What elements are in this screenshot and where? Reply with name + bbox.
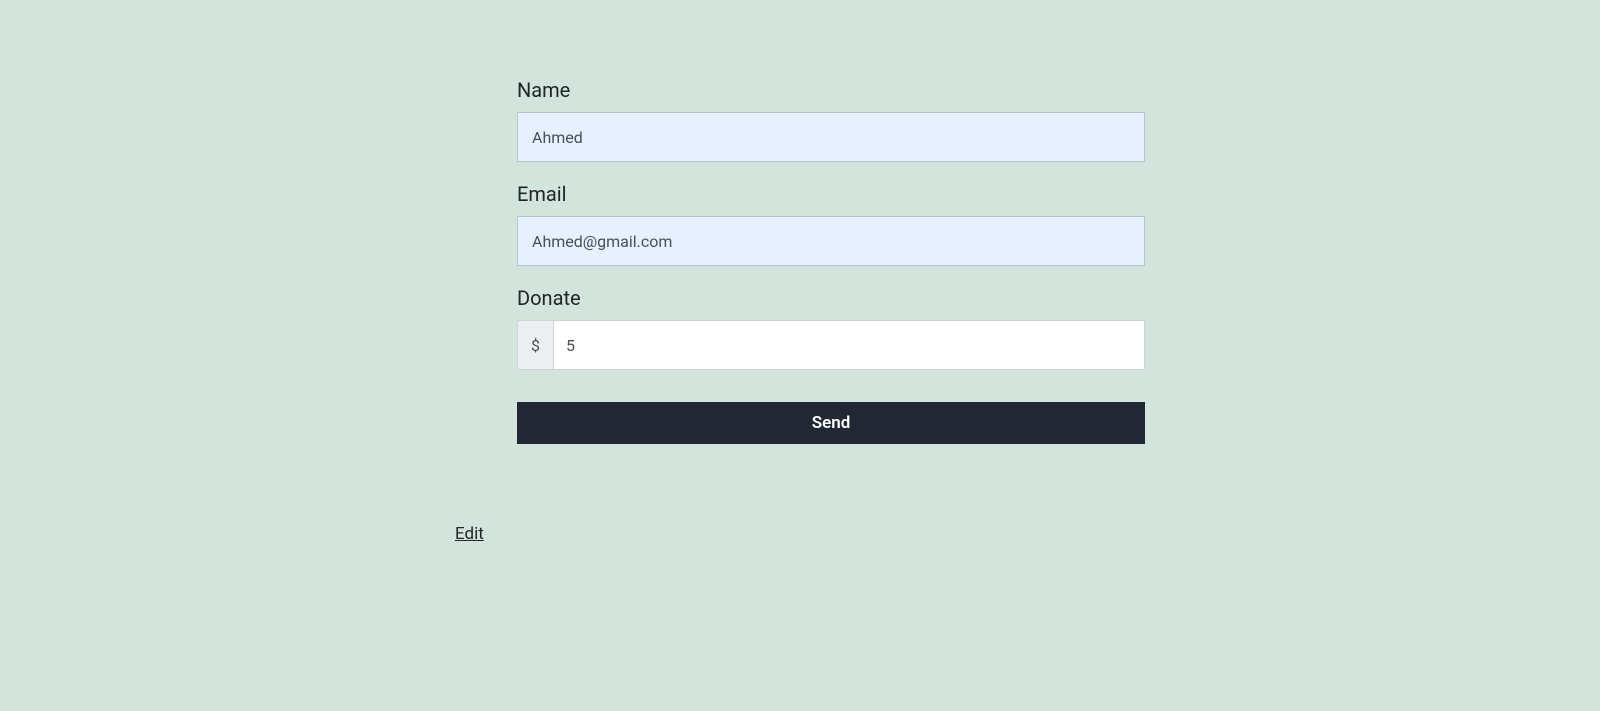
currency-symbol: $	[517, 320, 553, 370]
donation-form: Name Email Donate $ Send	[517, 78, 1145, 444]
name-label: Name	[517, 78, 1145, 102]
donate-field-group: Donate $	[517, 286, 1145, 370]
name-field-group: Name	[517, 78, 1145, 162]
donate-label: Donate	[517, 286, 1145, 310]
donate-input[interactable]	[553, 320, 1145, 370]
send-button[interactable]: Send	[517, 402, 1145, 444]
edit-link[interactable]: Edit	[455, 524, 484, 544]
email-field-group: Email	[517, 182, 1145, 266]
name-input[interactable]	[517, 112, 1145, 162]
donate-input-group: $	[517, 320, 1145, 370]
email-input[interactable]	[517, 216, 1145, 266]
email-label: Email	[517, 182, 1145, 206]
